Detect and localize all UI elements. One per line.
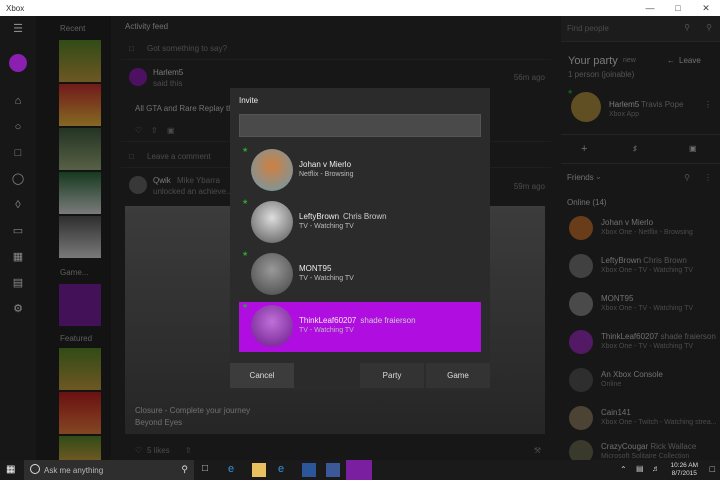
invite-name: LeftyBrown Chris Brown <box>299 212 387 221</box>
avatar <box>251 149 293 191</box>
invite-name: MONT95 <box>299 264 332 273</box>
cancel-button[interactable]: Cancel <box>230 363 294 388</box>
invite-row[interactable]: ★ LeftyBrown Chris Brown TV - Watching TV <box>239 198 481 248</box>
facebook-icon[interactable] <box>326 463 340 477</box>
cortana-input[interactable]: Ask me anything <box>44 466 103 475</box>
cortana-icon <box>30 464 40 474</box>
ie-icon[interactable]: e <box>278 463 292 477</box>
chevron-up-icon[interactable]: ⌃ <box>620 465 627 474</box>
invite-dialog: Invite ★ Johan v Mierlo Netflix - Browsi… <box>230 88 490 390</box>
invite-gamertag: ThinkLeaf60207 <box>299 316 357 325</box>
invite-row-selected[interactable]: ★ ThinkLeaf60207 shade fraierson TV - Wat… <box>239 302 481 352</box>
microphone-icon[interactable]: ⚲ <box>181 464 188 475</box>
game-button[interactable]: Game <box>426 363 490 388</box>
invite-status: Netflix - Browsing <box>299 171 354 178</box>
invite-status: TV - Watching TV <box>299 327 354 334</box>
invite-name: ThinkLeaf60207 shade fraierson <box>299 316 416 325</box>
invite-status: TV - Watching TV <box>299 275 354 282</box>
clock[interactable]: 10:26 AM 8/7/2015 <box>671 462 698 478</box>
dialog-title: Invite <box>239 96 259 105</box>
online-star-icon: ★ <box>242 147 249 154</box>
avatar <box>251 201 293 243</box>
action-center-icon[interactable]: □ <box>710 464 715 474</box>
home-icon[interactable]: ⌂ <box>10 94 26 108</box>
globe-icon[interactable]: ◯ <box>10 172 26 186</box>
nav-rail: ☰ ⌂ ○ □ ◯ ◊ ▭ ▦ ▤ ⚙ <box>0 16 36 460</box>
invite-row[interactable]: ★ MONT95 TV - Watching TV <box>239 250 481 300</box>
messages-icon[interactable]: □ <box>10 146 26 160</box>
store-icon[interactable]: ▦ <box>10 250 26 264</box>
party-button[interactable]: Party <box>360 363 424 388</box>
invite-status: TV - Watching TV <box>299 223 354 230</box>
file-explorer-icon[interactable] <box>252 463 266 477</box>
clock-date: 8/7/2015 <box>671 470 697 477</box>
title-bar: Xbox — □ ✕ <box>0 0 720 16</box>
network-icon[interactable]: ▤ <box>636 464 644 473</box>
edge-icon[interactable]: e <box>228 463 242 477</box>
hamburger-menu-icon[interactable]: ☰ <box>10 22 26 36</box>
trophy-icon[interactable]: ◊ <box>10 198 26 212</box>
dvr-icon[interactable]: ▭ <box>10 224 26 238</box>
avatar <box>251 305 293 347</box>
maximize-icon[interactable]: □ <box>664 0 692 16</box>
cortana-search[interactable]: Ask me anything ⚲ <box>24 460 194 480</box>
invite-row[interactable]: ★ Johan v Mierlo Netflix - Browsing <box>239 146 481 196</box>
settings-gear-icon[interactable]: ⚙ <box>10 302 26 316</box>
windows-start-icon[interactable]: ▦ <box>6 464 18 476</box>
window-title: Xbox <box>6 3 25 13</box>
invite-search-input[interactable] <box>239 114 481 137</box>
invite-realname: Chris Brown <box>343 212 387 221</box>
invite-realname: shade fraierson <box>360 316 416 325</box>
avatar <box>251 253 293 295</box>
word-icon[interactable] <box>302 463 316 477</box>
clock-time: 10:26 AM <box>670 462 698 469</box>
invite-gamertag: LeftyBrown <box>299 212 340 221</box>
taskbar: ▦ Ask me anything ⚲ □ e e ⌃ ▤ ♬ 10:26 AM… <box>0 460 720 480</box>
online-star-icon: ★ <box>242 199 249 206</box>
xbox-app-icon[interactable] <box>346 460 372 480</box>
profile-avatar[interactable] <box>9 54 27 72</box>
controller-icon[interactable]: ○ <box>10 120 26 134</box>
volume-icon[interactable]: ♬ <box>652 464 660 473</box>
task-view-icon[interactable]: □ <box>202 463 216 477</box>
online-star-icon: ★ <box>242 303 249 310</box>
invite-name: Johan v Mierlo <box>299 160 352 169</box>
connect-icon[interactable]: ▤ <box>10 276 26 290</box>
minimize-icon[interactable]: — <box>636 0 664 16</box>
close-icon[interactable]: ✕ <box>692 0 720 16</box>
online-star-icon: ★ <box>242 251 249 258</box>
